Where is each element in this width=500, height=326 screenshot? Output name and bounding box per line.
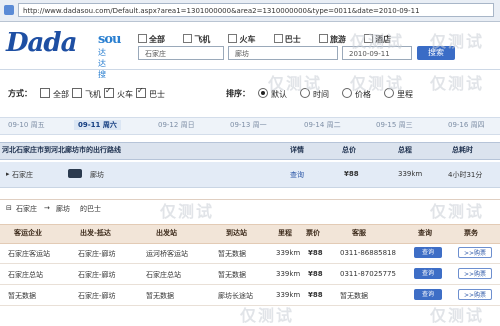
logo-text: Dada [6, 28, 77, 58]
cell-dep: 石家庄总站 [146, 271, 181, 279]
site-logo[interactable]: Dada sou 达达搜 [6, 28, 121, 79]
mode-all[interactable]: 全部 [40, 88, 69, 100]
row-price: ¥88 [344, 170, 359, 178]
address-bar: http://www.dadasou.com/Default.aspx?area… [0, 0, 500, 22]
query-button[interactable]: 查询 [414, 289, 442, 300]
query-button[interactable]: 查询 [414, 268, 442, 279]
tab-bus[interactable]: 巴士 [273, 34, 301, 44]
watermark: 仅测试 [350, 32, 405, 51]
tab-flight[interactable]: 飞机 [183, 34, 210, 44]
buy-ticket-button[interactable]: >>购票 [458, 247, 492, 258]
cell-km: 339km [276, 270, 301, 278]
cell-phone: 0311-87025775 [340, 270, 396, 278]
cell-phone: 暂无数据 [340, 292, 368, 300]
mode-bus[interactable]: 巴士 [136, 86, 165, 100]
row-detail-link[interactable]: 查询 [290, 170, 304, 180]
date-tab[interactable]: 09-12 周日 [158, 120, 195, 130]
cell-arr: 暂无数据 [218, 271, 246, 279]
cell-dep: 运河桥客运站 [146, 250, 188, 258]
date-tab[interactable]: 09-13 周一 [230, 120, 267, 130]
bus-icon [68, 169, 82, 178]
cell-price: ¥88 [308, 249, 323, 257]
cell-km: 339km [276, 291, 301, 299]
date-tab[interactable]: 09-16 周四 [448, 120, 485, 130]
results-title: 河北石家庄市到河北廊坊市的出行路线 [2, 146, 121, 154]
cell-route: 石家庄-廊坊 [78, 250, 116, 258]
row-from: 石家庄 [12, 171, 33, 179]
watermark: 仅测试 [430, 306, 485, 325]
header-detail: 详情 [290, 146, 304, 154]
sub-sep: → [44, 204, 50, 212]
header-price: 总价 [342, 146, 356, 154]
watermark: 仅测试 [350, 74, 405, 93]
date-tab[interactable]: 09-15 周三 [376, 120, 413, 130]
row-duration: 4小时31分 [448, 171, 483, 179]
divider [0, 69, 500, 70]
url-input[interactable]: http://www.dadasou.com/Default.aspx?area… [18, 3, 494, 17]
collapse-icon[interactable]: ⊟ [6, 204, 12, 212]
header-duration: 总耗时 [452, 146, 473, 154]
cell-company: 暂无数据 [8, 292, 36, 300]
cell-km: 339km [276, 249, 301, 257]
page-icon [4, 5, 14, 15]
query-button[interactable]: 查询 [414, 247, 442, 258]
tab-train[interactable]: 火车 [228, 34, 255, 44]
sort-label: 排序： [226, 89, 250, 98]
cell-arr: 廊坊长途站 [218, 292, 253, 300]
watermark: 仅测试 [430, 32, 485, 51]
date-tab-selected[interactable]: 09-11 周六 [74, 120, 121, 130]
cell-company: 石家庄客运站 [8, 250, 50, 258]
expand-icon[interactable]: ▸ [6, 170, 10, 178]
cell-dep: 暂无数据 [146, 292, 174, 300]
watermark: 仅测试 [268, 74, 323, 93]
route-subheader [0, 199, 500, 220]
tab-travel[interactable]: 旅游 [318, 34, 346, 44]
cell-company: 石家庄总站 [8, 271, 43, 279]
col-dep: 出发站 [156, 229, 177, 237]
row-distance: 339km [398, 170, 423, 178]
cell-arr: 暂无数据 [218, 250, 246, 258]
watermark: 仅测试 [240, 306, 295, 325]
col-query: 查询 [418, 229, 432, 237]
sub-from: 石家庄 [16, 205, 37, 213]
cell-route: 石家庄-廊坊 [78, 271, 116, 279]
cell-price: ¥88 [308, 270, 323, 278]
mode-label: 方式： [8, 89, 32, 98]
mode-train[interactable]: 火车 [104, 86, 133, 100]
col-company: 客运企业 [14, 229, 42, 237]
sub-to: 廊坊 [56, 205, 70, 213]
cell-price: ¥88 [308, 291, 323, 299]
to-input[interactable]: 廊坊 [228, 46, 338, 60]
col-route: 出发-抵达 [80, 229, 111, 237]
date-tab[interactable]: 09-10 周五 [8, 120, 45, 130]
cell-route: 石家庄-廊坊 [78, 292, 116, 300]
logo-cn: 达达搜 [98, 48, 106, 79]
logo-sou: sou [98, 32, 121, 47]
mode-flight[interactable]: 飞机 [72, 88, 101, 100]
tab-all[interactable]: 全部 [138, 34, 165, 44]
cell-phone: 0311-86885818 [340, 249, 396, 257]
col-phone: 客服 [352, 229, 366, 237]
col-price: 票价 [306, 229, 320, 237]
col-arr: 到达站 [226, 229, 247, 237]
col-ticket: 票务 [464, 229, 478, 237]
from-input[interactable]: 石家庄 [138, 46, 224, 60]
watermark: 仅测试 [430, 202, 485, 221]
row-to: 廊坊 [90, 171, 104, 179]
sub-suffix: 的巴士 [80, 205, 101, 213]
watermark: 仅测试 [160, 202, 215, 221]
header-distance: 总程 [398, 146, 412, 154]
col-km: 里程 [278, 229, 292, 237]
watermark: 仅测试 [430, 74, 485, 93]
buy-ticket-button[interactable]: >>购票 [458, 268, 492, 279]
date-tab[interactable]: 09-14 周二 [304, 120, 341, 130]
buy-ticket-button[interactable]: >>购票 [458, 289, 492, 300]
